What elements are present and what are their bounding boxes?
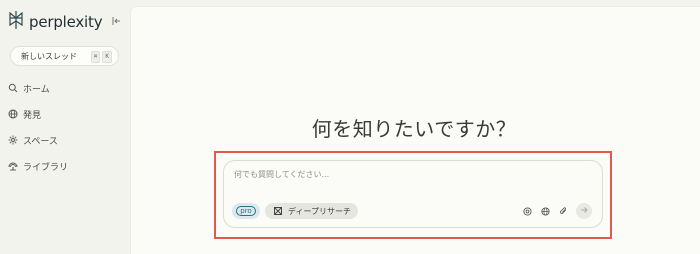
globe-icon	[8, 109, 18, 119]
keyboard-shortcut: ⌘ K	[90, 51, 112, 63]
sidebar-nav: ホーム 発見 スペース ライブラリ	[8, 80, 68, 184]
sidebar-item-label: ライブラリ	[23, 162, 69, 173]
arrow-right-icon	[580, 206, 588, 217]
deep-research-label: ディープリサーチ	[288, 206, 351, 216]
submit-button[interactable]	[576, 203, 592, 219]
app-name: perplexity	[29, 13, 103, 31]
deep-research-button[interactable]: ディープリサーチ	[265, 203, 358, 219]
sidebar: perplexity 新しいスレッド ⌘ K ホーム 発見 スペース ライブラリ	[0, 0, 130, 254]
sidebar-item-home[interactable]: ホーム	[8, 80, 68, 96]
attach-icon[interactable]	[558, 206, 568, 216]
collapse-left-icon[interactable]	[111, 14, 123, 28]
sidebar-item-spaces[interactable]: スペース	[8, 132, 68, 148]
perplexity-logo[interactable]: perplexity	[8, 10, 103, 34]
shortcut-key-cmd: ⌘	[90, 51, 101, 63]
page-title: 何を知りたいですか？	[311, 117, 517, 141]
deep-research-icon	[273, 206, 283, 216]
pro-toggle-button[interactable]: pro	[232, 203, 260, 219]
shortcut-key-k: K	[102, 51, 112, 63]
sidebar-item-label: スペース	[23, 136, 58, 147]
source-icon[interactable]	[522, 206, 532, 216]
globe-icon[interactable]	[540, 206, 550, 216]
input-toolbar	[522, 203, 592, 219]
search-input-box[interactable]: 何でも質問してください... pro ディープリサーチ	[223, 160, 603, 228]
library-icon	[8, 161, 18, 171]
spaces-icon	[8, 135, 18, 145]
search-input[interactable]: 何でも質問してください...	[234, 169, 329, 180]
perplexity-logo-icon	[8, 10, 24, 34]
sidebar-item-library[interactable]: ライブラリ	[8, 158, 68, 174]
search-icon	[8, 83, 18, 93]
sidebar-item-label: ホーム	[23, 84, 50, 95]
sidebar-item-label: 発見	[23, 110, 42, 121]
new-thread-label: 新しいスレッド	[21, 51, 77, 61]
new-thread-button[interactable]: 新しいスレッド ⌘ K	[10, 46, 119, 66]
pro-label: pro	[236, 206, 256, 216]
sidebar-item-discover[interactable]: 発見	[8, 106, 68, 122]
